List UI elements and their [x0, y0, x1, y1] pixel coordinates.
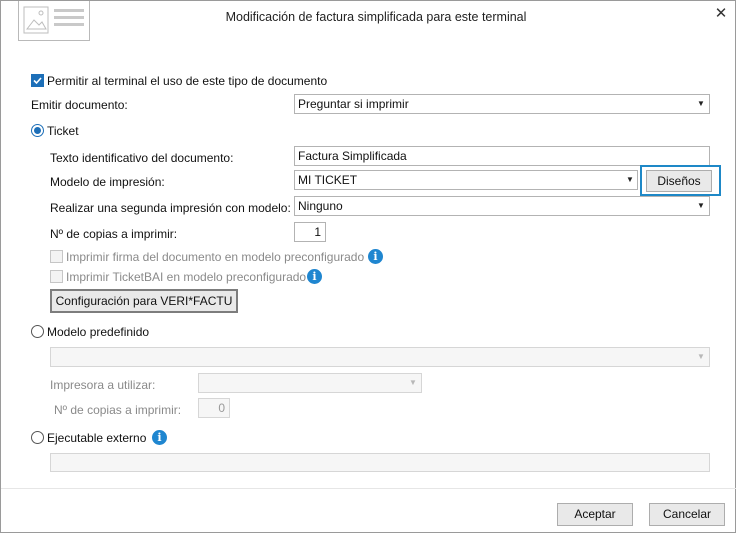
ticket-label: Ticket [47, 124, 79, 138]
impresora-label: Impresora a utilizar: [50, 378, 156, 392]
dialog-title: Modificación de factura simplificada par… [225, 10, 527, 24]
accept-button[interactable]: Aceptar [557, 503, 633, 526]
impresora-select[interactable] [198, 373, 422, 393]
allow-document-label: Permitir al terminal el uso de este tipo… [47, 74, 328, 88]
chevron-down-icon[interactable]: ▼ [694, 197, 708, 215]
cancel-button[interactable]: Cancelar [649, 503, 725, 526]
ejecutable-externo-label: Ejecutable externo [47, 431, 147, 445]
emitir-label: Emitir documento: [31, 98, 128, 112]
dialog-window: Modificación de factura simplificada par… [0, 0, 736, 533]
disenos-button[interactable]: Diseños [646, 170, 712, 192]
segunda-impresion-label: Realizar una segunda impresión con model… [50, 201, 291, 215]
close-icon[interactable]: ✕ [712, 5, 730, 23]
modelo-impresion-value: MI TICKET [298, 173, 358, 187]
modelo-predefinido-radio[interactable] [31, 325, 44, 338]
firma-label: Imprimir firma del documento en modelo p… [66, 250, 365, 264]
segunda-impresion-value: Ninguno [298, 199, 343, 213]
ticketbai-checkbox[interactable] [50, 270, 63, 283]
chevron-down-icon[interactable]: ▼ [694, 95, 708, 113]
ticketbai-label: Imprimir TicketBAI en modelo preconfigur… [66, 270, 307, 284]
segunda-impresion-select[interactable]: Ninguno [294, 196, 710, 216]
verifactu-config-button[interactable]: Configuración para VERI*FACTU [50, 289, 238, 313]
info-icon[interactable]: i [368, 249, 383, 264]
copias-input[interactable]: 1 [294, 222, 326, 242]
texto-label: Texto identificativo del documento: [50, 151, 234, 165]
emitir-select-value: Preguntar si imprimir [298, 97, 409, 111]
predefinido-copias-label: Nº de copias a imprimir: [54, 403, 182, 417]
footer-divider [1, 488, 736, 489]
allow-document-checkbox[interactable] [31, 74, 44, 87]
copias-label: Nº de copias a imprimir: [50, 227, 178, 241]
texto-input[interactable]: Factura Simplificada [294, 146, 710, 166]
emitir-select[interactable]: Preguntar si imprimir [294, 94, 710, 114]
firma-checkbox[interactable] [50, 250, 63, 263]
ejecutable-path-input[interactable] [50, 453, 710, 472]
chevron-down-icon[interactable]: ▼ [406, 374, 420, 392]
predefinido-copias-input[interactable]: 0 [198, 398, 230, 418]
modelo-impresion-select[interactable]: MI TICKET [294, 170, 638, 190]
info-icon[interactable]: i [307, 269, 322, 284]
checkmark-icon [33, 77, 42, 85]
chevron-down-icon[interactable]: ▼ [694, 348, 708, 366]
modelo-predefinido-select[interactable] [50, 347, 710, 367]
info-icon[interactable]: i [152, 430, 167, 445]
chevron-down-icon[interactable]: ▼ [623, 171, 637, 189]
modelo-predefinido-label: Modelo predefinido [47, 325, 150, 339]
ejecutable-externo-radio[interactable] [31, 431, 44, 444]
modelo-impresion-label: Modelo de impresión: [50, 175, 165, 189]
ticket-radio[interactable] [31, 124, 44, 137]
